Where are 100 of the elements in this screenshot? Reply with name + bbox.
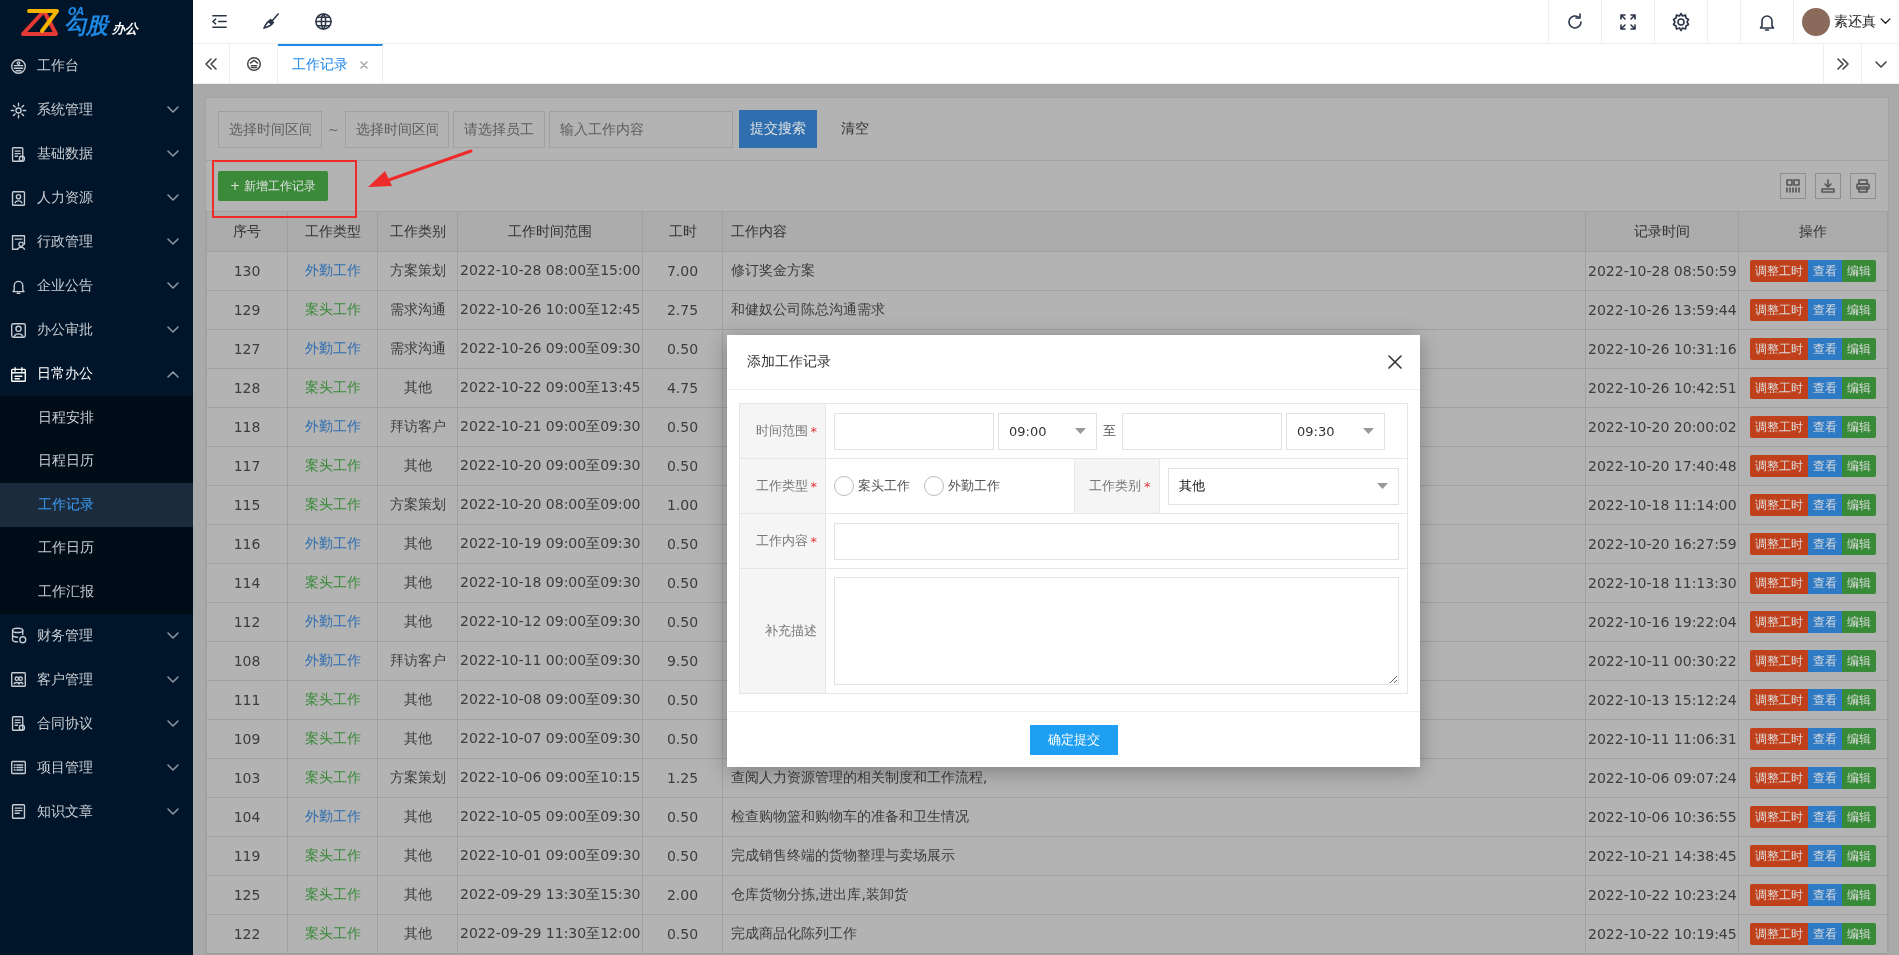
edit-button[interactable]: 编辑 — [1842, 923, 1876, 945]
table-cell: 案头工作 — [287, 914, 378, 954]
search-button[interactable]: 提交搜索 — [738, 110, 817, 148]
sidebar-subitem[interactable]: 工作汇报 — [0, 570, 193, 614]
edit-button[interactable]: 编辑 — [1842, 338, 1876, 360]
sidebar-item[interactable]: 人力资源 — [0, 176, 193, 220]
adjust-hours-button[interactable]: 调整工时 — [1750, 260, 1808, 282]
view-button[interactable]: 查看 — [1808, 572, 1842, 594]
table-cell: 外勤工作 — [287, 251, 378, 291]
adjust-hours-button[interactable]: 调整工时 — [1750, 650, 1808, 672]
sidebar-subitem[interactable]: 工作记录 — [0, 483, 193, 527]
separator-text: 至 — [1102, 422, 1117, 440]
view-button[interactable]: 查看 — [1808, 923, 1842, 945]
sidebar-item[interactable]: 日常办公 — [0, 352, 193, 396]
adjust-hours-button[interactable]: 调整工时 — [1750, 845, 1808, 867]
edit-button[interactable]: 编辑 — [1842, 845, 1876, 867]
input-field[interactable]: 输入工作内容 — [548, 110, 733, 148]
view-button[interactable]: 查看 — [1808, 299, 1842, 321]
radio-option[interactable]: 外勤工作 — [924, 476, 1000, 496]
view-button[interactable]: 查看 — [1808, 884, 1842, 906]
edit-button[interactable]: 编辑 — [1842, 767, 1876, 789]
edit-button[interactable]: 编辑 — [1842, 806, 1876, 828]
category-select[interactable]: 其他 — [1167, 467, 1399, 505]
edit-button[interactable]: 编辑 — [1842, 572, 1876, 594]
submit-button[interactable]: 确定提交 — [1029, 724, 1118, 755]
sidebar-subitem[interactable]: 工作日历 — [0, 526, 193, 570]
sidebar-item[interactable]: 办公审批 — [0, 308, 193, 352]
time-select[interactable]: 09:00 — [998, 412, 1097, 450]
sidebar-item[interactable]: 合同协议 — [0, 701, 193, 746]
sidebar-subitem[interactable]: 日程安排 — [0, 396, 193, 440]
clear-button[interactable]: 清空 — [834, 119, 875, 139]
adjust-hours-button[interactable]: 调整工时 — [1750, 806, 1808, 828]
table-cell: 2.75 — [642, 290, 723, 330]
sidebar-item[interactable]: 工作台 — [0, 44, 193, 88]
sidebar-subitem[interactable]: 日程日历 — [0, 439, 193, 483]
view-button[interactable]: 查看 — [1808, 260, 1842, 282]
view-button[interactable]: 查看 — [1808, 416, 1842, 438]
edit-button[interactable]: 编辑 — [1842, 494, 1876, 516]
adjust-hours-button[interactable]: 调整工时 — [1750, 416, 1808, 438]
sidebar-item[interactable]: 知识文章 — [0, 789, 193, 834]
view-button[interactable]: 查看 — [1808, 377, 1842, 399]
edit-button[interactable]: 编辑 — [1842, 689, 1876, 711]
dialog-title: 添加工作记录 — [747, 353, 831, 371]
view-button[interactable]: 查看 — [1808, 689, 1842, 711]
view-button[interactable]: 查看 — [1808, 533, 1842, 555]
view-button[interactable]: 查看 — [1808, 455, 1842, 477]
adjust-hours-button[interactable]: 调整工时 — [1750, 533, 1808, 555]
view-button[interactable]: 查看 — [1808, 650, 1842, 672]
input-field[interactable]: 请选择员工 — [452, 110, 545, 148]
sidebar-item[interactable]: 企业公告 — [0, 264, 193, 308]
adjust-hours-button[interactable]: 调整工时 — [1750, 767, 1808, 789]
view-button[interactable]: 查看 — [1808, 494, 1842, 516]
view-button[interactable]: 查看 — [1808, 728, 1842, 750]
edit-button[interactable]: 编辑 — [1842, 455, 1876, 477]
input-field[interactable]: 选择时间区间 — [218, 110, 322, 148]
input-field[interactable]: 选择时间区间 — [344, 110, 449, 148]
table-cell: 0.50 — [642, 524, 723, 564]
adjust-hours-button[interactable]: 调整工时 — [1750, 299, 1808, 321]
table-cell: 案头工作 — [287, 563, 378, 603]
sidebar-item[interactable]: 行政管理 — [0, 220, 193, 264]
view-button[interactable]: 查看 — [1808, 611, 1842, 633]
time-select[interactable]: 09:30 — [1286, 412, 1385, 450]
view-button[interactable]: 查看 — [1808, 338, 1842, 360]
edit-button[interactable]: 编辑 — [1842, 416, 1876, 438]
radio-option[interactable]: 案头工作 — [834, 476, 910, 496]
edit-button[interactable]: 编辑 — [1842, 611, 1876, 633]
sidebar-item[interactable]: 客户管理 — [0, 657, 193, 702]
adjust-hours-button[interactable]: 调整工时 — [1750, 494, 1808, 516]
table-cell: 外勤工作 — [287, 407, 378, 447]
table-cell: 2022-10-22 10:19:45 — [1585, 914, 1739, 954]
edit-button[interactable]: 编辑 — [1842, 260, 1876, 282]
add-button[interactable]: + 新增工作记录 — [218, 171, 328, 201]
adjust-hours-button[interactable]: 调整工时 — [1750, 572, 1808, 594]
sidebar-item[interactable]: 系统管理 — [0, 88, 193, 132]
adjust-hours-button[interactable]: 调整工时 — [1750, 923, 1808, 945]
adjust-hours-button[interactable]: 调整工时 — [1750, 689, 1808, 711]
table-cell: 0.50 — [642, 680, 723, 720]
edit-button[interactable]: 编辑 — [1842, 377, 1876, 399]
table-cell: 2022-10-01 09:00至09:30 — [457, 836, 643, 876]
adjust-hours-button[interactable]: 调整工时 — [1750, 455, 1808, 477]
adjust-hours-button[interactable]: 调整工时 — [1750, 377, 1808, 399]
table-cell: 2022-10-20 20:00:02 — [1585, 407, 1739, 447]
edit-button[interactable]: 编辑 — [1842, 299, 1876, 321]
sidebar-item[interactable]: 基础数据 — [0, 132, 193, 176]
table-cell: 0.50 — [642, 329, 723, 369]
adjust-hours-button[interactable]: 调整工时 — [1750, 728, 1808, 750]
table-cell: 方案策划 — [377, 485, 458, 525]
edit-button[interactable]: 编辑 — [1842, 728, 1876, 750]
sidebar-item[interactable]: 项目管理 — [0, 745, 193, 790]
adjust-hours-button[interactable]: 调整工时 — [1750, 611, 1808, 633]
view-button[interactable]: 查看 — [1808, 845, 1842, 867]
edit-button[interactable]: 编辑 — [1842, 650, 1876, 672]
view-button[interactable]: 查看 — [1808, 767, 1842, 789]
edit-button[interactable]: 编辑 — [1842, 884, 1876, 906]
view-button[interactable]: 查看 — [1808, 806, 1842, 828]
adjust-hours-button[interactable]: 调整工时 — [1750, 338, 1808, 360]
adjust-hours-button[interactable]: 调整工时 — [1750, 884, 1808, 906]
sidebar-item[interactable]: 财务管理 — [0, 613, 193, 658]
user-menu[interactable]: 素还真 — [1793, 0, 1899, 44]
edit-button[interactable]: 编辑 — [1842, 533, 1876, 555]
